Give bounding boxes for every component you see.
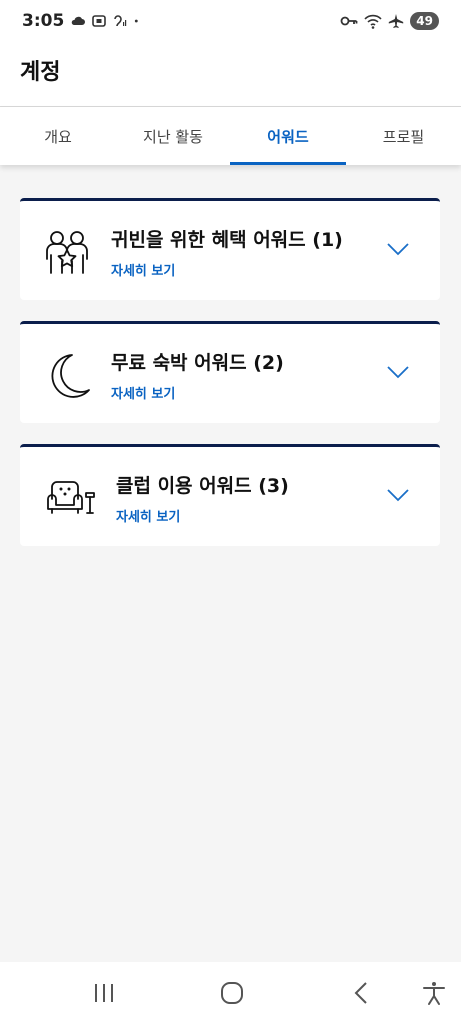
app-header: 계정 [0,42,461,107]
hearing-icon [114,15,127,27]
award-title: 클럽 이용 어워드 (3) [116,475,289,497]
chevron-down-icon[interactable] [386,241,410,257]
see-details-link[interactable]: 자세히 보기 [116,506,180,525]
award-card-club[interactable]: 클럽 이용 어워드 (3) 자세히 보기 [20,444,440,546]
home-icon[interactable] [219,980,245,1006]
status-bar: 3:05 49 [0,0,461,42]
see-details-link[interactable]: 자세히 보기 [111,383,175,402]
award-card-vip[interactable]: 귀빈을 위한 혜택 어워드 (1) 자세히 보기 [20,198,440,300]
tab-bar: 개요 지난 활동 어워드 프로필 [0,107,461,165]
status-left: 3:05 [22,10,142,32]
award-card-free-night[interactable]: 무료 숙박 어워드 (2) 자세히 보기 [20,321,440,423]
tab-profile[interactable]: 프로필 [346,107,461,165]
status-time: 3:05 [22,11,65,31]
chevron-down-icon[interactable] [386,364,410,380]
accessibility-icon[interactable] [421,980,447,1006]
tab-overview[interactable]: 개요 [0,107,116,165]
tab-past-activity[interactable]: 지난 활동 [116,107,230,165]
vip-guests-icon [46,231,88,274]
airplane-icon [389,14,404,28]
chevron-down-icon[interactable] [386,487,410,503]
award-title: 귀빈을 위한 혜택 어워드 (1) [111,229,343,251]
cloud-icon [72,16,86,25]
active-tab-indicator [230,162,346,165]
status-right: 49 [340,10,439,32]
recent-apps-icon[interactable] [91,980,117,1006]
dot-icon [135,19,139,23]
page-title: 계정 [20,60,61,85]
award-title: 무료 숙박 어워드 (2) [111,352,284,374]
back-icon[interactable] [349,980,375,1006]
see-details-link[interactable]: 자세히 보기 [111,260,175,279]
lounge-chair-icon [47,481,95,514]
tab-awards[interactable]: 어워드 [230,107,346,165]
battery-indicator: 49 [410,12,439,30]
wifi-icon [364,14,382,29]
vpn-key-icon [340,16,358,26]
system-nav-bar [0,962,461,1024]
screenshot-icon [92,15,107,27]
crescent-moon-icon [51,354,90,398]
